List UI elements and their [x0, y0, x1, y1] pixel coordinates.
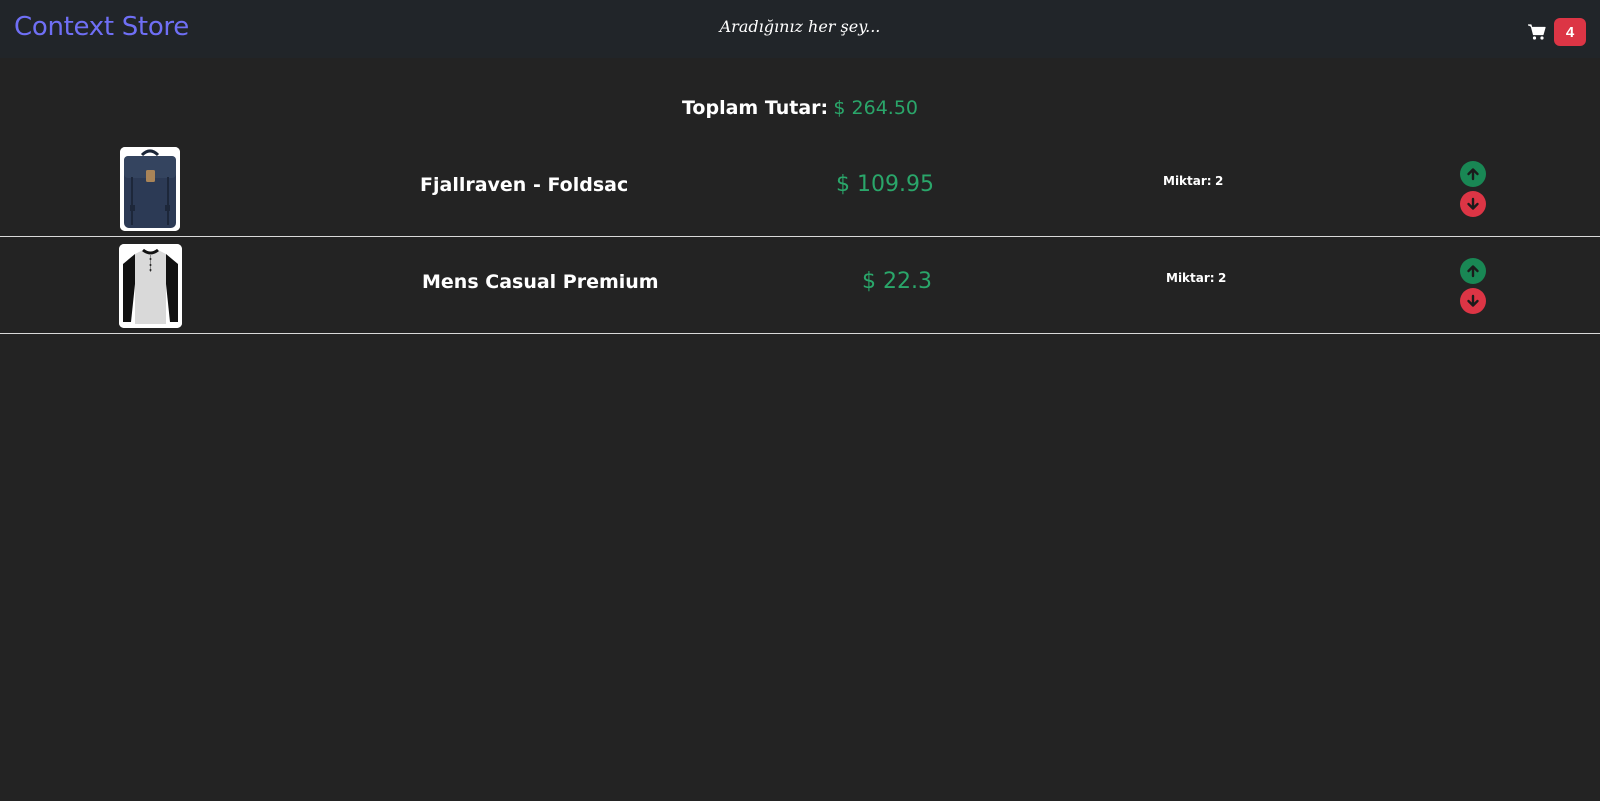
decrease-quantity-button[interactable]	[1460, 288, 1486, 314]
product-name: Mens Casual Premium	[422, 271, 659, 293]
arrow-up-circle-icon	[1467, 265, 1479, 278]
quantity-label: Miktar:	[1166, 271, 1215, 285]
quantity-value: 2	[1217, 271, 1227, 285]
backpack-product-image	[120, 147, 180, 231]
tshirt-product-image	[119, 244, 182, 328]
product-price: $ 109.95	[836, 172, 934, 197]
product-name: Fjallraven - Foldsac	[420, 174, 629, 196]
navbar: Context Store Aradığınız her şey... 4	[0, 0, 1600, 58]
total-label: Toplam Tutar:	[682, 97, 829, 119]
product-quantity: Miktar: 2	[1163, 174, 1223, 188]
quantity-value: 2	[1214, 174, 1224, 188]
product-price: $ 22.3	[862, 269, 932, 294]
product-quantity: Miktar: 2	[1166, 271, 1226, 285]
shopping-cart-icon	[1528, 24, 1546, 40]
total-value: $ 264.50	[833, 97, 918, 119]
cart-count-badge: 4	[1554, 18, 1586, 46]
decrease-quantity-button[interactable]	[1460, 191, 1486, 217]
cart-item-row: Mens Casual Premium $ 22.3 Miktar: 2	[0, 238, 1600, 334]
cart-button[interactable]: 4	[1528, 18, 1586, 46]
arrow-up-circle-icon	[1467, 168, 1479, 181]
slogan: Aradığınız her şey...	[719, 17, 881, 36]
increase-quantity-button[interactable]	[1460, 258, 1486, 284]
arrow-down-circle-icon	[1467, 197, 1479, 210]
increase-quantity-button[interactable]	[1460, 161, 1486, 187]
cart-total: Toplam Tutar: $ 264.50	[0, 97, 1600, 120]
arrow-down-circle-icon	[1467, 294, 1479, 307]
quantity-label: Miktar:	[1163, 174, 1212, 188]
cart-item-row: Fjallraven - Foldsac $ 109.95 Miktar: 2	[0, 141, 1600, 237]
